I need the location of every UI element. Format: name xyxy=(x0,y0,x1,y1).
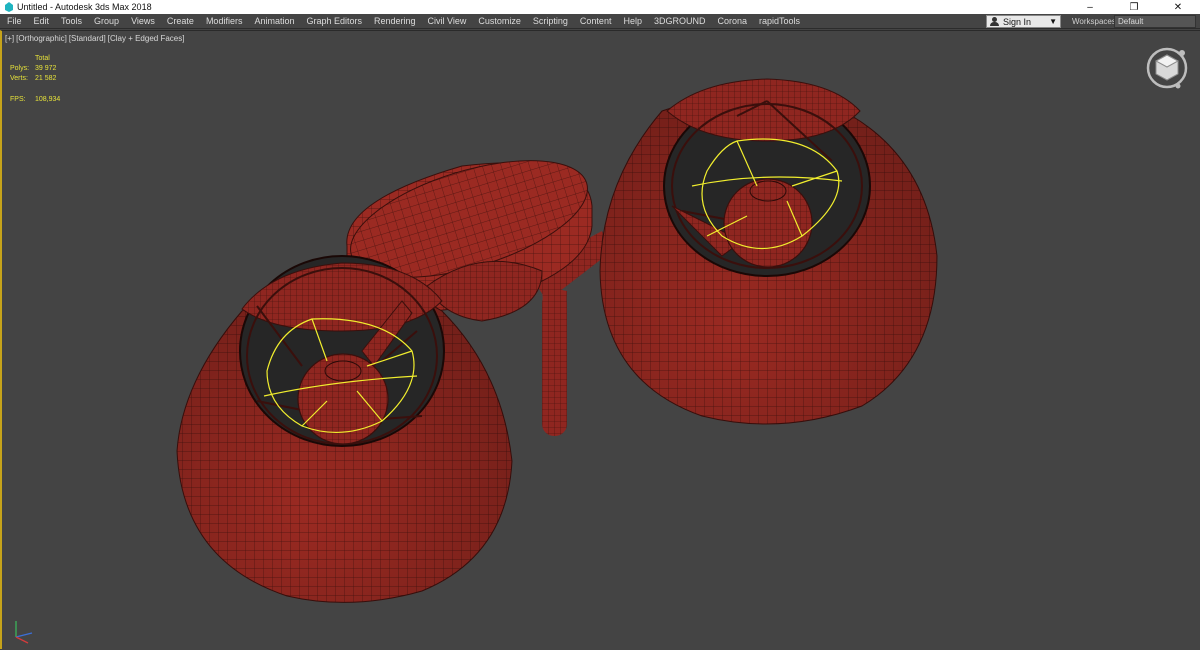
lamp-shade-right xyxy=(599,78,938,425)
menu-rendering[interactable]: Rendering xyxy=(368,14,422,29)
stats-header: Total xyxy=(35,55,50,62)
stats-polys-row: Polys: 39 972 xyxy=(10,64,60,74)
restore-button[interactable]: ❐ xyxy=(1112,0,1156,14)
menu-customize[interactable]: Customize xyxy=(472,14,527,29)
polys-label: Polys: xyxy=(10,65,30,72)
chevron-down-icon: ▼ xyxy=(1049,17,1057,26)
app-icon xyxy=(4,2,14,12)
fps-value: 108,934 xyxy=(35,96,61,103)
viewport[interactable]: [+] [Orthographic] [Standard] [Clay + Edged… xyxy=(0,30,1200,649)
viewport-visual-style[interactable]: [Clay + Edged Faces] xyxy=(108,34,185,43)
menu-corona[interactable]: Corona xyxy=(711,14,753,29)
polys-value: 39 972 xyxy=(35,65,57,72)
menu-rapidtools[interactable]: rapidTools xyxy=(753,14,806,29)
fps-label: FPS: xyxy=(10,96,26,103)
user-icon xyxy=(990,17,999,26)
menu-modifiers[interactable]: Modifiers xyxy=(200,14,249,29)
viewport-shading-preset[interactable]: [Standard] xyxy=(69,34,106,43)
workspaces-label: Workspaces: xyxy=(1072,17,1119,26)
stats-fps-row: FPS: 108,934 xyxy=(10,95,60,105)
menu-bar: File Edit Tools Group Views Create Modif… xyxy=(0,14,1200,29)
close-button[interactable]: ✕ xyxy=(1156,0,1200,14)
menu-graph-editors[interactable]: Graph Editors xyxy=(300,14,368,29)
menu-civil-view[interactable]: Civil View xyxy=(422,14,473,29)
viewport-menu-plus[interactable]: [+] xyxy=(5,34,14,43)
menu-create[interactable]: Create xyxy=(161,14,200,29)
menu-tools[interactable]: Tools xyxy=(55,14,88,29)
menu-group[interactable]: Group xyxy=(88,14,125,29)
viewport-statistics: Total Polys: 39 972 Verts: 21 582 FPS: 108,… xyxy=(10,54,60,105)
viewcube-icon[interactable] xyxy=(1145,46,1189,90)
menu-help[interactable]: Help xyxy=(617,14,648,29)
stats-header-row: Total xyxy=(10,54,60,64)
menu-content[interactable]: Content xyxy=(574,14,618,29)
title-bar: Untitled - Autodesk 3ds Max 2018 – ❐ ✕ xyxy=(0,0,1200,14)
viewport-point-of-view[interactable]: [Orthographic] xyxy=(16,34,67,43)
menu-animation[interactable]: Animation xyxy=(248,14,300,29)
menu-file[interactable]: File xyxy=(0,14,28,29)
menu-scripting[interactable]: Scripting xyxy=(527,14,574,29)
scene-render xyxy=(176,78,938,603)
verts-value: 21 582 xyxy=(35,75,57,82)
verts-label: Verts: xyxy=(10,75,28,82)
menu-edit[interactable]: Edit xyxy=(28,14,56,29)
window-title: Untitled - Autodesk 3ds Max 2018 xyxy=(17,2,152,12)
minimize-button[interactable]: – xyxy=(1068,0,1112,14)
menu-3dground[interactable]: 3DGROUND xyxy=(648,14,712,29)
menu-views[interactable]: Views xyxy=(125,14,161,29)
axis-tripod-icon xyxy=(15,621,33,644)
sign-in-label: Sign In xyxy=(1003,16,1032,27)
viewport-label: [+] [Orthographic] [Standard] [Clay + Edged… xyxy=(5,34,186,43)
sign-in-button[interactable]: Sign In ▼ xyxy=(986,15,1061,28)
stats-verts-row: Verts: 21 582 xyxy=(10,74,60,84)
window-controls: – ❐ ✕ xyxy=(1068,0,1200,14)
workspace-select[interactable]: Default xyxy=(1114,15,1196,28)
